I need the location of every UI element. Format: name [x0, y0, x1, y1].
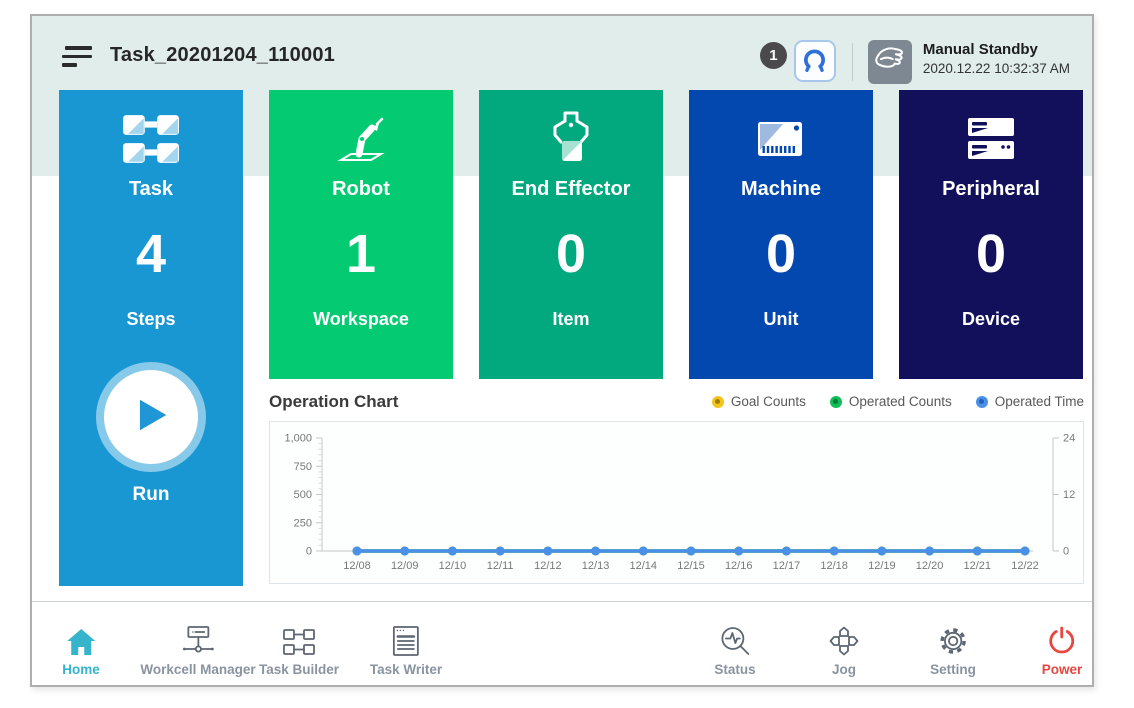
svg-text:12/14: 12/14	[630, 560, 658, 572]
workcell-manager-icon	[140, 618, 255, 656]
task-card[interactable]: Task 4 Steps Run	[59, 90, 243, 586]
peripheral-card[interactable]: Peripheral 0 Device	[899, 90, 1083, 379]
play-icon	[134, 396, 168, 439]
operation-chart-section: Operation Chart Goal Counts Operated Cou…	[269, 389, 1084, 584]
chart-title: Operation Chart	[269, 392, 398, 412]
svg-text:12/17: 12/17	[773, 560, 801, 572]
legend-goal-counts: Goal Counts	[712, 394, 806, 409]
chart-legend: Goal Counts Operated Counts Operated Tim…	[712, 394, 1084, 409]
home-icon	[62, 618, 100, 656]
topbar-divider	[852, 43, 853, 81]
notification-badge: 1	[760, 42, 787, 69]
svg-text:12/19: 12/19	[868, 560, 896, 572]
status-icon	[714, 618, 755, 656]
legend-operated-time: Operated Time	[976, 394, 1084, 409]
end-effector-icon	[479, 112, 663, 166]
hand-icon	[870, 40, 910, 85]
svg-text:12/21: 12/21	[964, 560, 992, 572]
nav-item-status[interactable]: Status	[714, 618, 755, 677]
svg-text:12/22: 12/22	[1011, 560, 1039, 572]
svg-text:12/08: 12/08	[343, 560, 371, 572]
app-window: Task_20201204_110001 1	[30, 14, 1094, 687]
card-count: 1	[269, 227, 453, 281]
svg-text:12/20: 12/20	[916, 560, 944, 572]
nav-item-workcell-manager[interactable]: Workcell Manager	[140, 618, 255, 677]
robot-card[interactable]: Robot 1 Workspace	[269, 90, 453, 379]
card-title: Machine	[689, 178, 873, 201]
operated-time-dot-icon	[976, 396, 988, 408]
datetime-label: 2020.12.22 10:32:37 AM	[923, 61, 1070, 76]
machine-icon	[689, 112, 873, 166]
svg-text:12/15: 12/15	[677, 560, 705, 572]
menu-button[interactable]	[62, 46, 92, 70]
operation-chart-plot: 0 250 500 750 1,000 12/08 12/09 12/10 12/11 12/12…	[270, 422, 1083, 583]
jog-icon	[829, 618, 859, 656]
run-button[interactable]	[104, 370, 198, 464]
end-effector-card[interactable]: End Effector 0 Item	[479, 90, 663, 379]
svg-text:12/18: 12/18	[820, 560, 848, 572]
svg-text:0: 0	[1063, 546, 1069, 558]
operation-chart: 0 250 500 750 1,000 12/08 12/09 12/10 12/11 12/12…	[269, 421, 1084, 584]
svg-text:12/11: 12/11	[487, 560, 514, 572]
svg-text:12: 12	[1063, 489, 1075, 501]
legend-operated-counts: Operated Counts	[830, 394, 952, 409]
machine-card[interactable]: Machine 0 Unit	[689, 90, 873, 379]
svg-text:12/09: 12/09	[391, 560, 419, 572]
card-count: 0	[689, 227, 873, 281]
task-writer-icon	[370, 618, 442, 656]
svg-text:250: 250	[294, 517, 312, 529]
page-title: Task_20201204_110001	[110, 44, 335, 67]
card-count: 0	[479, 227, 663, 281]
card-count: 0	[899, 227, 1083, 281]
svg-text:12/10: 12/10	[439, 560, 467, 572]
svg-text:24: 24	[1063, 433, 1075, 445]
svg-text:750: 750	[294, 461, 312, 473]
operated-counts-dot-icon	[830, 396, 842, 408]
peripheral-icon	[899, 112, 1083, 166]
card-unit: Device	[899, 309, 1083, 330]
nav-item-jog[interactable]: Jog	[829, 618, 859, 677]
card-title: Task	[59, 178, 243, 201]
svg-text:12/16: 12/16	[725, 560, 753, 572]
card-title: Robot	[269, 178, 453, 201]
card-unit: Unit	[689, 309, 873, 330]
bottom-nav: Home Workcell Manager	[32, 601, 1092, 685]
goal-counts-dot-icon	[712, 396, 724, 408]
svg-text:12/12: 12/12	[534, 560, 562, 572]
task-icon	[59, 112, 243, 166]
robot-mode-label: Manual Standby	[923, 41, 1070, 58]
power-icon	[1042, 618, 1083, 656]
gripper-button[interactable]	[794, 40, 836, 82]
run-label: Run	[59, 484, 243, 506]
task-builder-icon	[259, 618, 339, 656]
card-unit: Item	[479, 309, 663, 330]
nav-item-power[interactable]: Power	[1042, 618, 1083, 677]
manual-mode-button[interactable]	[868, 40, 912, 84]
nav-item-home[interactable]: Home	[62, 618, 100, 677]
robot-icon	[269, 112, 453, 166]
nav-item-task-builder[interactable]: Task Builder	[259, 618, 339, 677]
card-count: 4	[59, 227, 243, 281]
svg-text:0: 0	[306, 546, 312, 558]
gripper-icon	[801, 46, 828, 76]
card-title: End Effector	[479, 178, 663, 201]
card-title: Peripheral	[899, 178, 1083, 201]
card-unit: Workspace	[269, 309, 453, 330]
svg-text:500: 500	[294, 489, 312, 501]
setting-icon	[930, 618, 976, 656]
nav-item-setting[interactable]: Setting	[930, 618, 976, 677]
nav-item-task-writer[interactable]: Task Writer	[370, 618, 442, 677]
svg-text:1,000: 1,000	[284, 433, 312, 445]
card-unit: Steps	[59, 309, 243, 330]
svg-text:12/13: 12/13	[582, 560, 610, 572]
